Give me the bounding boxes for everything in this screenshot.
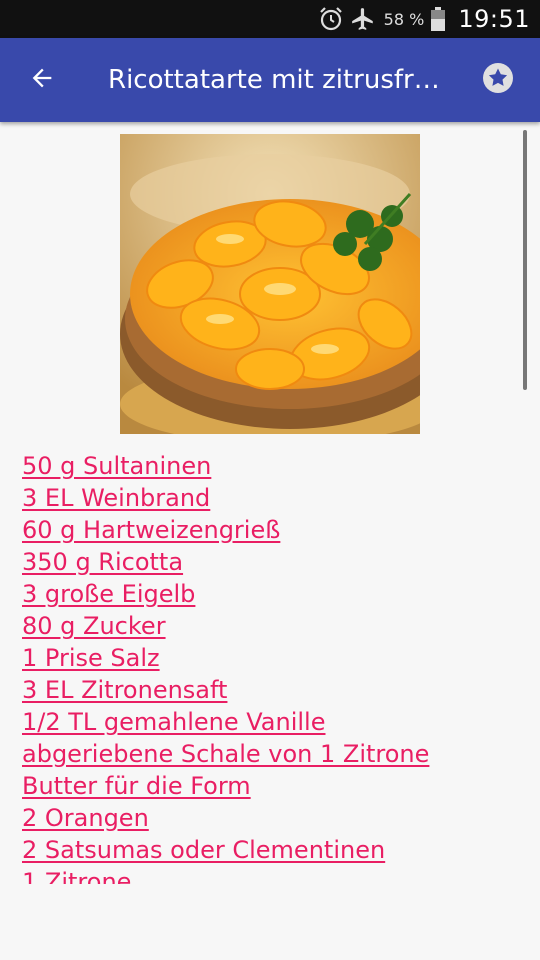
list-item: 350 g Ricotta (22, 546, 530, 578)
arrow-back-icon (28, 64, 56, 96)
ingredient-link[interactable]: 2 Orangen (22, 802, 530, 834)
list-item: abgeriebene Schale von 1 Zitrone (22, 738, 530, 770)
ingredient-link[interactable]: 3 große Eigelb (22, 578, 530, 610)
ingredient-link[interactable]: 1 Zitrone (22, 866, 530, 884)
list-item: 1 Zitrone (22, 866, 530, 884)
clock: 19:51 (458, 5, 530, 33)
list-item: 3 große Eigelb (22, 578, 530, 610)
ingredient-link[interactable]: Butter für die Form (22, 770, 530, 802)
battery-icon (430, 6, 446, 32)
scrollbar[interactable] (523, 130, 527, 390)
ingredient-list: 50 g Sultaninen 3 EL Weinbrand 60 g Hart… (22, 450, 530, 884)
list-item: 80 g Zucker (22, 610, 530, 642)
ingredient-link[interactable]: 1/2 TL gemahlene Vanille (22, 706, 530, 738)
app-bar: Ricottatarte mit zitrusfr… (0, 38, 540, 122)
list-item: 1 Prise Salz (22, 642, 530, 674)
list-item: Butter für die Form (22, 770, 530, 802)
ingredient-link[interactable]: abgeriebene Schale von 1 Zitrone (22, 738, 530, 770)
list-item: 50 g Sultaninen (22, 450, 530, 482)
list-item: 2 Satsumas oder Clementinen (22, 834, 530, 866)
alarm-icon (318, 6, 344, 32)
ingredient-link[interactable]: 1 Prise Salz (22, 642, 530, 674)
ingredient-link[interactable]: 50 g Sultaninen (22, 450, 530, 482)
favorite-button[interactable] (456, 38, 540, 122)
ingredient-link[interactable]: 2 Satsumas oder Clementinen (22, 834, 530, 866)
recipe-photo (120, 134, 420, 434)
list-item: 3 EL Weinbrand (22, 482, 530, 514)
ingredient-link[interactable]: 80 g Zucker (22, 610, 530, 642)
list-item: 3 EL Zitronensaft (22, 674, 530, 706)
list-item: 1/2 TL gemahlene Vanille (22, 706, 530, 738)
page-title: Ricottatarte mit zitrusfr… (108, 65, 440, 95)
status-bar: 58 % 19:51 (0, 0, 540, 38)
ingredient-link[interactable]: 3 EL Zitronensaft (22, 674, 530, 706)
battery-percent: 58 % (383, 9, 425, 29)
airplane-mode-icon (350, 6, 376, 32)
back-button[interactable] (0, 38, 84, 122)
recipe-content[interactable]: 50 g Sultaninen 3 EL Weinbrand 60 g Hart… (0, 122, 540, 884)
ingredient-link[interactable]: 3 EL Weinbrand (22, 482, 530, 514)
ingredient-link[interactable]: 60 g Hartweizengrieß (22, 514, 530, 546)
list-item: 2 Orangen (22, 802, 530, 834)
list-item: 60 g Hartweizengrieß (22, 514, 530, 546)
star-icon (482, 62, 514, 98)
ingredient-link[interactable]: 350 g Ricotta (22, 546, 530, 578)
